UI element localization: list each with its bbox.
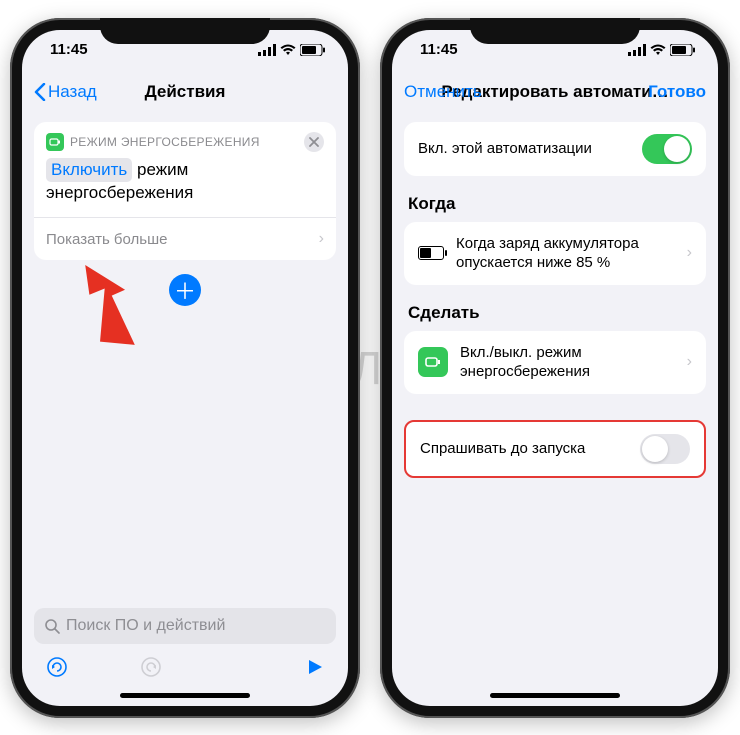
do-row[interactable]: Вкл./выкл. режим энергосбережения ›: [404, 331, 706, 394]
enable-automation-label: Вкл. этой автоматизации: [418, 139, 630, 159]
wifi-icon: [650, 44, 666, 56]
show-more-row[interactable]: Показать больше ›: [46, 218, 324, 260]
remove-action-button[interactable]: [304, 132, 324, 152]
arrow-annotation: [74, 262, 154, 377]
wifi-icon: [280, 44, 296, 56]
chevron-right-icon: ›: [687, 244, 692, 262]
search-placeholder: Поиск ПО и действий: [66, 617, 225, 635]
battery-icon: [670, 44, 696, 56]
low-power-icon: [46, 133, 64, 151]
action-header-label: РЕЖИМ ЭНЕРГОСБЕРЕЖЕНИЯ: [70, 135, 260, 149]
do-text: Вкл./выкл. режим энергосбережения: [460, 343, 675, 382]
status-time: 11:45: [420, 41, 458, 58]
screen-left: 11:45 Назад Действия РЕЖИМ ЭНЕРГОС: [22, 30, 348, 706]
notch: [470, 18, 640, 44]
when-section-label: Когда: [404, 176, 706, 222]
undo-button[interactable]: [46, 656, 68, 683]
nav-bar: Назад Действия: [22, 70, 348, 114]
phone-right: 11:45 Отменить Редактировать автомати… Г…: [380, 18, 730, 718]
action-text-1: режим: [137, 160, 188, 179]
signal-icon: [628, 44, 646, 56]
status-time: 11:45: [50, 41, 88, 58]
chevron-right-icon: ›: [319, 230, 324, 248]
phone-left: 11:45 Назад Действия РЕЖИМ ЭНЕРГОС: [10, 18, 360, 718]
action-body: Включить режим энергосбережения: [46, 152, 324, 218]
action-card: РЕЖИМ ЭНЕРГОСБЕРЕЖЕНИЯ Включить режим эн…: [34, 122, 336, 261]
when-row[interactable]: Когда заряд аккумулятора опускается ниже…: [404, 222, 706, 285]
search-icon: [44, 618, 60, 634]
back-button[interactable]: Назад: [34, 82, 97, 102]
home-indicator: [490, 693, 620, 698]
ask-before-run-label: Спрашивать до запуска: [420, 439, 628, 459]
nav-bar: Отменить Редактировать автомати… Готово: [392, 70, 718, 114]
run-button[interactable]: [306, 658, 324, 681]
chevron-right-icon: ›: [687, 353, 692, 371]
signal-icon: [258, 44, 276, 56]
battery-icon: [300, 44, 326, 56]
action-text-2: энергосбережения: [46, 183, 193, 202]
cancel-button[interactable]: Отменить: [404, 82, 482, 102]
enable-automation-toggle[interactable]: [642, 134, 692, 164]
action-token[interactable]: Включить: [46, 158, 132, 183]
search-input[interactable]: Поиск ПО и действий: [34, 608, 336, 644]
add-action-button[interactable]: ＋: [169, 274, 201, 306]
done-button[interactable]: Готово: [648, 82, 706, 102]
home-indicator: [120, 693, 250, 698]
enable-automation-row: Вкл. этой автоматизации: [404, 122, 706, 176]
battery-level-icon: [418, 246, 444, 260]
bottom-toolbar: [34, 644, 336, 691]
low-power-icon: [418, 347, 448, 377]
notch: [100, 18, 270, 44]
ask-before-run-toggle[interactable]: [640, 434, 690, 464]
ask-before-run-row: Спрашивать до запуска: [404, 420, 706, 478]
when-text: Когда заряд аккумулятора опускается ниже…: [456, 234, 675, 273]
screen-right: 11:45 Отменить Редактировать автомати… Г…: [392, 30, 718, 706]
do-section-label: Сделать: [404, 285, 706, 331]
redo-button[interactable]: [140, 656, 162, 683]
